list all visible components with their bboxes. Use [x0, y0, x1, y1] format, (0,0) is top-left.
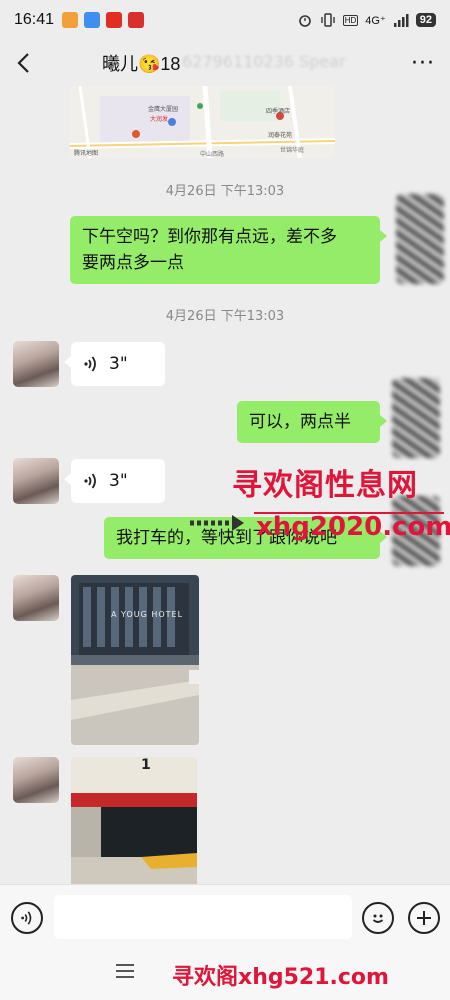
- my-text-message[interactable]: 下午空吗？到你那有点远，差不多 要两点多一点: [70, 216, 387, 284]
- hd-badge: HD: [342, 14, 359, 26]
- status-bar: 16:41 HD 4G⁺ 92: [0, 0, 450, 40]
- storefront-photo: [71, 757, 197, 884]
- status-notification-icons: [62, 12, 145, 28]
- battery-indicator: 92: [415, 13, 436, 27]
- system-nav-bar: 寻欢阁xhg521.com: [0, 950, 450, 1000]
- status-system-icons: HD 4G⁺ 92: [297, 13, 436, 27]
- input-bar: [0, 884, 450, 950]
- back-button[interactable]: [0, 40, 46, 86]
- more-dots-icon: ···: [411, 50, 435, 76]
- message-timestamp: 4月26日 下午13:03: [165, 184, 285, 199]
- map-label: 腾讯地图: [74, 150, 99, 157]
- taobao-app-icon: [62, 12, 79, 28]
- vibrate-icon: [321, 13, 335, 27]
- voice-wave-icon: [84, 473, 96, 489]
- voice-input-button[interactable]: [11, 902, 43, 934]
- message-timestamp: 4月26日 下午13:03: [165, 309, 285, 324]
- chat-title-blurred: 62796110236 Spear: [182, 52, 346, 71]
- smiley-icon: [372, 914, 384, 923]
- my-avatar[interactable]: [396, 194, 444, 284]
- message-line: 下午空吗？到你那有点远，差不多: [82, 227, 337, 247]
- message-line: 可以，两点半: [249, 412, 351, 432]
- more-features-button[interactable]: [408, 902, 440, 934]
- building-photo: [71, 575, 199, 745]
- voice-message[interactable]: 3": [64, 342, 165, 386]
- notification-app-icon: [84, 12, 101, 28]
- watermark-arrow-icon: [190, 515, 244, 531]
- image-message[interactable]: A YOUG HOTEL: [71, 575, 199, 745]
- map-label: 四季酒店: [266, 108, 291, 115]
- watermark-underline: [254, 512, 444, 514]
- signal-icon: [393, 14, 409, 27]
- emoji-button[interactable]: [362, 902, 394, 934]
- chevron-left-icon: [17, 53, 29, 73]
- voice-duration: 3": [109, 471, 128, 491]
- map-label: 世锦华庭: [280, 147, 305, 154]
- voice-duration: 3": [109, 354, 128, 374]
- message-input[interactable]: [54, 895, 352, 939]
- contact-avatar[interactable]: [13, 575, 59, 621]
- chat-message-list[interactable]: 金鹰大厦园 大润发 四季酒店 润泰花苑 腾讯地图 中山西路 世锦华庭 4月26日…: [0, 86, 450, 884]
- location-map-card[interactable]: 金鹰大厦园 大润发 四季酒店 润泰花苑 腾讯地图 中山西路 世锦华庭: [70, 86, 335, 158]
- watermark-bottom: 寻欢阁xhg521.com: [172, 965, 389, 990]
- more-button[interactable]: ···: [408, 48, 438, 78]
- my-avatar[interactable]: [392, 378, 440, 458]
- map-label: 中山西路: [200, 151, 225, 158]
- hamburger-icon: [116, 964, 134, 978]
- contact-avatar[interactable]: [13, 757, 59, 803]
- map-label: 大润发: [150, 116, 169, 123]
- chat-title: 曦儿😘18: [102, 54, 181, 74]
- network-indicator: 4G⁺: [365, 14, 386, 27]
- contact-avatar[interactable]: [13, 458, 59, 504]
- plus-icon: [417, 911, 431, 925]
- menu-icon[interactable]: [112, 962, 138, 986]
- watermark-site-name: 寻欢阁性息网: [232, 468, 418, 503]
- chat-header: 曦儿😘18 62796110236 Spear ···: [0, 40, 450, 86]
- pdd-app-icon: [106, 12, 123, 28]
- voice-wave-icon: [21, 911, 32, 925]
- hotel-sign-text: A YOUG HOTEL: [111, 610, 184, 619]
- alarm-icon: [298, 15, 311, 27]
- my-text-message[interactable]: 可以，两点半: [237, 401, 387, 443]
- voice-wave-icon: [84, 356, 96, 372]
- contact-avatar[interactable]: [13, 341, 59, 387]
- voice-message[interactable]: 3": [64, 459, 165, 503]
- image-message[interactable]: 1: [71, 757, 197, 884]
- shop-app-icon: [128, 12, 145, 28]
- map-label: 润泰花苑: [268, 132, 293, 139]
- message-line: 要两点多一点: [82, 253, 184, 273]
- status-time: 16:41: [14, 11, 55, 28]
- map-label: 金鹰大厦园: [148, 106, 179, 113]
- storefront-number: 1: [141, 757, 151, 773]
- watermark-site-url: xhg2020.com: [256, 512, 450, 542]
